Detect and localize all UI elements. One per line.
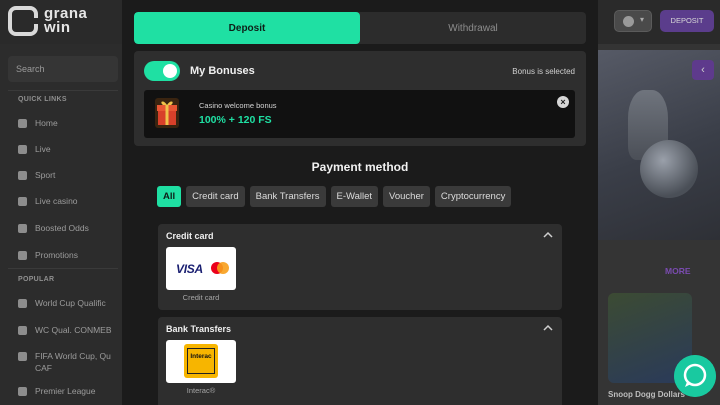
boosted-odds-icon xyxy=(18,223,27,233)
filter-chip-e-wallet[interactable]: E-Wallet xyxy=(330,186,379,207)
mastercard-icon xyxy=(211,262,229,274)
sidebar-item-live-casino[interactable]: Live casino xyxy=(18,196,78,206)
chat-icon[interactable] xyxy=(674,355,716,397)
sidebar-item-sublabel: CAF xyxy=(35,363,52,373)
bonus-name: Casino welcome bonus xyxy=(199,101,277,110)
sidebar-divider xyxy=(8,90,118,91)
chevron-up-icon[interactable] xyxy=(542,229,554,241)
interac-logo: Interac xyxy=(184,344,218,378)
bonus-title: My Bonuses xyxy=(190,65,255,77)
filter-chip-all[interactable]: All xyxy=(157,186,182,207)
sidebar-item-sport[interactable]: Sport xyxy=(18,170,55,180)
bonus-panel: My Bonuses Bonus is selected Casino welc… xyxy=(134,51,586,146)
sidebar-search-input[interactable]: Search xyxy=(8,56,118,82)
sidebar-item-label: Boosted Odds xyxy=(35,223,89,233)
quick-links-heading: QUICK LINKS xyxy=(18,96,67,103)
sidebar-item-label: Live casino xyxy=(35,196,78,206)
game-title: Snoop Dogg Dollars xyxy=(608,390,685,399)
logo-text: grana win xyxy=(44,6,87,36)
site-sidebar: Search QUICK LINKS Home Live Sport Live … xyxy=(0,44,122,405)
toggle-knob xyxy=(163,64,177,78)
more-link[interactable]: MORE xyxy=(665,266,691,276)
bonus-card[interactable]: Casino welcome bonus 100% + 120 FS × xyxy=(144,90,575,138)
header-gap xyxy=(598,0,608,44)
sidebar-item-popular[interactable]: WC Qual. CONMEB xyxy=(18,325,112,335)
live-icon xyxy=(18,144,27,154)
credit-card-section: Credit card VISA Credit card xyxy=(158,224,562,310)
sidebar-item-label: Sport xyxy=(35,170,56,180)
bonus-toggle[interactable] xyxy=(144,61,180,81)
sport-icon xyxy=(18,170,27,180)
sidebar-item-label: World Cup Qualific xyxy=(35,298,106,308)
football-image xyxy=(640,140,698,198)
football-icon xyxy=(18,386,27,396)
logo-mark-icon xyxy=(8,6,38,36)
chevron-up-icon[interactable] xyxy=(542,322,554,334)
popular-heading: POPULAR xyxy=(18,276,55,283)
sidebar-item-label: WC Qual. CONMEB xyxy=(35,325,112,335)
interac-logo-text: Interac xyxy=(187,348,215,374)
user-icon xyxy=(623,16,634,27)
method-label: Interac® xyxy=(186,386,216,395)
section-title: Bank Transfers xyxy=(166,324,232,334)
tab-withdrawal[interactable]: Withdrawal xyxy=(360,12,586,44)
sidebar-item-live[interactable]: Live xyxy=(18,144,51,154)
filter-chip-voucher[interactable]: Voucher xyxy=(383,186,430,207)
close-icon[interactable]: × xyxy=(557,96,569,108)
sidebar-item-label: Premier League xyxy=(35,386,96,396)
visa-logo: VISA xyxy=(176,262,203,276)
section-title: Credit card xyxy=(166,231,214,241)
filter-chip-credit-card[interactable]: Credit card xyxy=(186,186,245,207)
promotions-icon xyxy=(18,250,27,260)
site-logo[interactable]: grana win xyxy=(8,6,87,36)
sidebar-item-boosted-odds[interactable]: Boosted Odds xyxy=(18,223,89,233)
sidebar-item-promotions[interactable]: Promotions xyxy=(18,250,78,260)
method-label: Credit card xyxy=(182,293,220,302)
user-menu-button[interactable]: ▾ xyxy=(614,10,652,32)
tab-deposit[interactable]: Deposit xyxy=(134,12,360,44)
bonus-value: 100% + 120 FS xyxy=(199,114,272,126)
header-deposit-button[interactable]: DEPOSIT xyxy=(660,10,714,32)
logo-line-2: win xyxy=(44,19,71,36)
sidebar-item-label: FIFA World Cup, Qu xyxy=(35,351,111,361)
filter-chip-cryptocurrency[interactable]: Cryptocurrency xyxy=(434,186,512,207)
sidebar-item-popular[interactable]: FIFA World Cup, Qu xyxy=(18,351,111,361)
live-casino-icon xyxy=(18,196,27,206)
payment-filter-chips: All Credit card Bank Transfers E-Wallet … xyxy=(157,186,512,207)
sidebar-item-label: Live xyxy=(35,144,51,154)
chevron-down-icon: ▾ xyxy=(640,15,645,24)
interac-method[interactable]: Interac xyxy=(166,340,236,383)
filter-chip-bank-transfers[interactable]: Bank Transfers xyxy=(249,186,326,207)
trophy-icon xyxy=(18,351,27,361)
bank-transfers-section: Bank Transfers Interac Interac® xyxy=(158,317,562,405)
bonus-status: Bonus is selected xyxy=(512,67,575,76)
sidebar-item-popular[interactable]: World Cup Qualific xyxy=(18,298,106,308)
sidebar-item-home[interactable]: Home xyxy=(18,118,58,128)
deposit-withdrawal-tabs: Deposit Withdrawal xyxy=(134,12,586,44)
gift-icon xyxy=(155,98,179,128)
sidebar-item-label: Promotions xyxy=(35,250,78,260)
sidebar-item-label: Home xyxy=(35,118,58,128)
visa-mastercard-method[interactable]: VISA xyxy=(166,247,236,290)
deposit-modal: Deposit Withdrawal My Bonuses Bonus is s… xyxy=(122,0,598,405)
sidebar-item-popular[interactable]: Premier League xyxy=(18,386,95,396)
payment-method-heading: Payment method xyxy=(311,160,409,174)
chevron-left-icon[interactable]: ‹ xyxy=(692,60,714,80)
flag-icon xyxy=(18,325,27,335)
sidebar-divider xyxy=(8,268,118,269)
flag-icon xyxy=(18,298,27,308)
home-icon xyxy=(18,118,27,128)
